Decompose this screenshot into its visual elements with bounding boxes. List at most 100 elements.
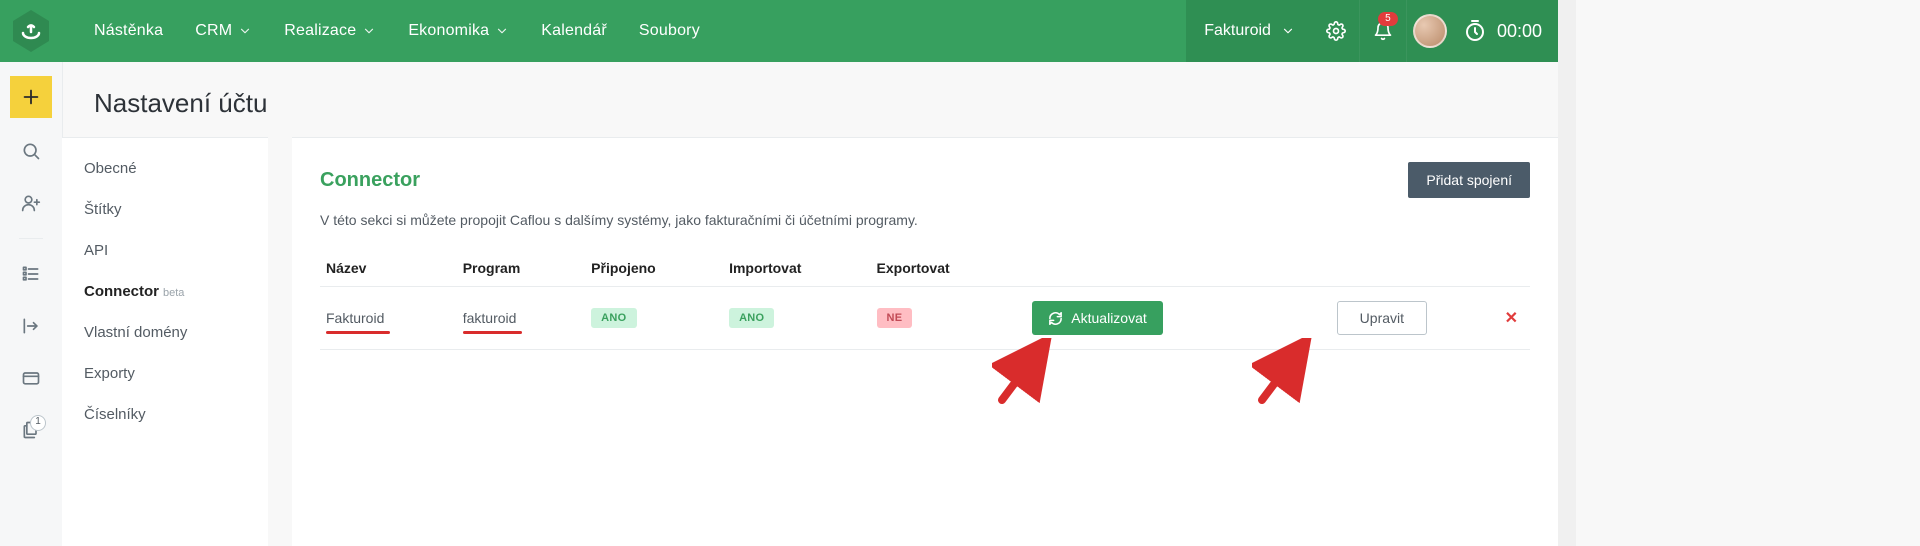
- stopwatch-icon: [1463, 19, 1487, 43]
- notifications-button[interactable]: 5: [1359, 0, 1406, 62]
- sidebar-item-domeny[interactable]: Vlastní domény: [62, 312, 268, 353]
- edit-button[interactable]: Upravit: [1337, 301, 1427, 335]
- connection-name: Fakturoid: [326, 310, 384, 326]
- panel-title: Connector: [320, 169, 420, 192]
- sidebar-item-label: API: [84, 242, 108, 259]
- connection-program: fakturoid: [463, 310, 517, 326]
- th-connected: Připojeno: [585, 250, 723, 287]
- th-import: Importovat: [723, 250, 870, 287]
- page-header: Nastavení účtu: [62, 62, 1558, 137]
- cell-refresh: Aktualizovat: [1026, 287, 1201, 350]
- add-connection-button[interactable]: Přidat spojení: [1408, 162, 1530, 198]
- sidebar-item-label: Vlastní domény: [84, 324, 187, 341]
- connections-table: Název Program Připojeno Importovat Expor…: [320, 250, 1530, 350]
- table-row: Fakturoid fakturoid ANO ANO NE Aktualizo…: [320, 287, 1530, 350]
- rail-checklist[interactable]: [12, 255, 50, 293]
- chevron-down-icon: [495, 24, 509, 38]
- left-rail: 1: [0, 62, 63, 546]
- main-nav: Nástěnka CRM Realizace Ekonomika Kalendá…: [62, 22, 700, 40]
- nav-soubory[interactable]: Soubory: [639, 22, 700, 40]
- chevron-down-icon: [1281, 24, 1295, 38]
- cell-connected: ANO: [585, 287, 723, 350]
- account-switcher[interactable]: Fakturoid: [1186, 0, 1313, 62]
- th-export: Exportovat: [871, 250, 1027, 287]
- nav-label: Kalendář: [541, 22, 607, 40]
- cell-delete: ✕: [1433, 287, 1530, 350]
- refresh-label: Aktualizovat: [1071, 310, 1146, 326]
- status-badge: ANO: [591, 308, 636, 328]
- top-nav: Nástěnka CRM Realizace Ekonomika Kalendá…: [0, 0, 1558, 62]
- rail-docs[interactable]: 1: [12, 411, 50, 449]
- sidebar-item-exporty[interactable]: Exporty: [62, 353, 268, 394]
- app-logo[interactable]: [0, 0, 62, 62]
- th-edit: [1201, 250, 1433, 287]
- main: Nastavení účtu Obecné Štítky API Connect…: [62, 62, 1558, 546]
- refresh-button[interactable]: Aktualizovat: [1032, 301, 1162, 335]
- gear-icon: [1326, 21, 1346, 41]
- sidebar-item-label: Exporty: [84, 365, 135, 382]
- sidebar-item-ciselniky[interactable]: Číselníky: [62, 394, 268, 435]
- rail-export[interactable]: [12, 307, 50, 345]
- panel-header: Connector Přidat spojení: [320, 162, 1530, 198]
- status-badge: NE: [877, 308, 913, 328]
- chevron-down-icon: [238, 24, 252, 38]
- sidebar-item-label: Connector: [84, 283, 159, 300]
- nav-label: CRM: [195, 22, 232, 40]
- chevron-down-icon: [362, 24, 376, 38]
- nav-nastenka[interactable]: Nástěnka: [94, 22, 163, 40]
- sidebar-item-connector[interactable]: Connectorbeta: [62, 271, 268, 312]
- list-icon: [21, 264, 41, 284]
- nav-label: Ekonomika: [408, 22, 489, 40]
- account-name: Fakturoid: [1204, 22, 1271, 40]
- status-badge: ANO: [729, 308, 774, 328]
- avatar-image: [1413, 14, 1447, 48]
- content: Nastavení účtu Obecné Štítky API Connect…: [62, 62, 1558, 546]
- cell-export: NE: [871, 287, 1027, 350]
- sidebar-item-label: Štítky: [84, 201, 122, 218]
- search-icon: [21, 141, 41, 161]
- nav-crm[interactable]: CRM: [195, 22, 252, 40]
- settings-button[interactable]: [1313, 0, 1359, 62]
- rail-separator: [19, 238, 43, 239]
- rail-search[interactable]: [12, 132, 50, 170]
- th-program: Program: [457, 250, 585, 287]
- refresh-icon: [1048, 311, 1063, 326]
- rail-add-user[interactable]: [12, 184, 50, 222]
- nav-label: Soubory: [639, 22, 700, 40]
- rail-card[interactable]: [12, 359, 50, 397]
- connector-panel: Connector Přidat spojení V této sekci si…: [292, 137, 1558, 546]
- page-title: Nastavení účtu: [94, 88, 1558, 119]
- nav-label: Realizace: [284, 22, 356, 40]
- nav-kalendar[interactable]: Kalendář: [541, 22, 607, 40]
- notification-count: 5: [1378, 12, 1398, 26]
- sidebar-item-label: Obecné: [84, 160, 137, 177]
- sidebar-item-label: Číselníky: [84, 406, 146, 423]
- timer-value: 00:00: [1497, 21, 1542, 42]
- th-name: Název: [320, 250, 457, 287]
- user-plus-icon: [21, 193, 41, 213]
- cell-import: ANO: [723, 287, 870, 350]
- settings-sidebar: Obecné Štítky API Connectorbeta Vlastní …: [62, 137, 268, 546]
- cell-program: fakturoid: [457, 287, 585, 350]
- cell-name: Fakturoid: [320, 287, 457, 350]
- th-refresh: [1026, 250, 1201, 287]
- nav-realizace[interactable]: Realizace: [284, 22, 376, 40]
- nav-label: Nástěnka: [94, 22, 163, 40]
- logo-hex-icon: [11, 9, 51, 53]
- top-right: Fakturoid 5 00:00: [1186, 0, 1558, 62]
- delete-button[interactable]: ✕: [1505, 310, 1518, 327]
- nav-ekonomika[interactable]: Ekonomika: [408, 22, 509, 40]
- sidebar-item-stitky[interactable]: Štítky: [62, 189, 268, 230]
- sidebar-item-obecne[interactable]: Obecné: [62, 148, 268, 189]
- plus-icon: [20, 86, 42, 108]
- user-avatar[interactable]: [1406, 0, 1453, 62]
- arrow-out-icon: [21, 316, 41, 336]
- settings-two-col: Obecné Štítky API Connectorbeta Vlastní …: [62, 137, 1558, 546]
- th-delete: [1433, 250, 1530, 287]
- rail-add-button[interactable]: [10, 76, 52, 118]
- credit-card-icon: [21, 368, 41, 388]
- cell-edit: Upravit: [1201, 287, 1433, 350]
- timer-widget[interactable]: 00:00: [1453, 0, 1558, 62]
- panel-description: V této sekci si můžete propojit Caflou s…: [320, 212, 1530, 228]
- sidebar-item-api[interactable]: API: [62, 230, 268, 271]
